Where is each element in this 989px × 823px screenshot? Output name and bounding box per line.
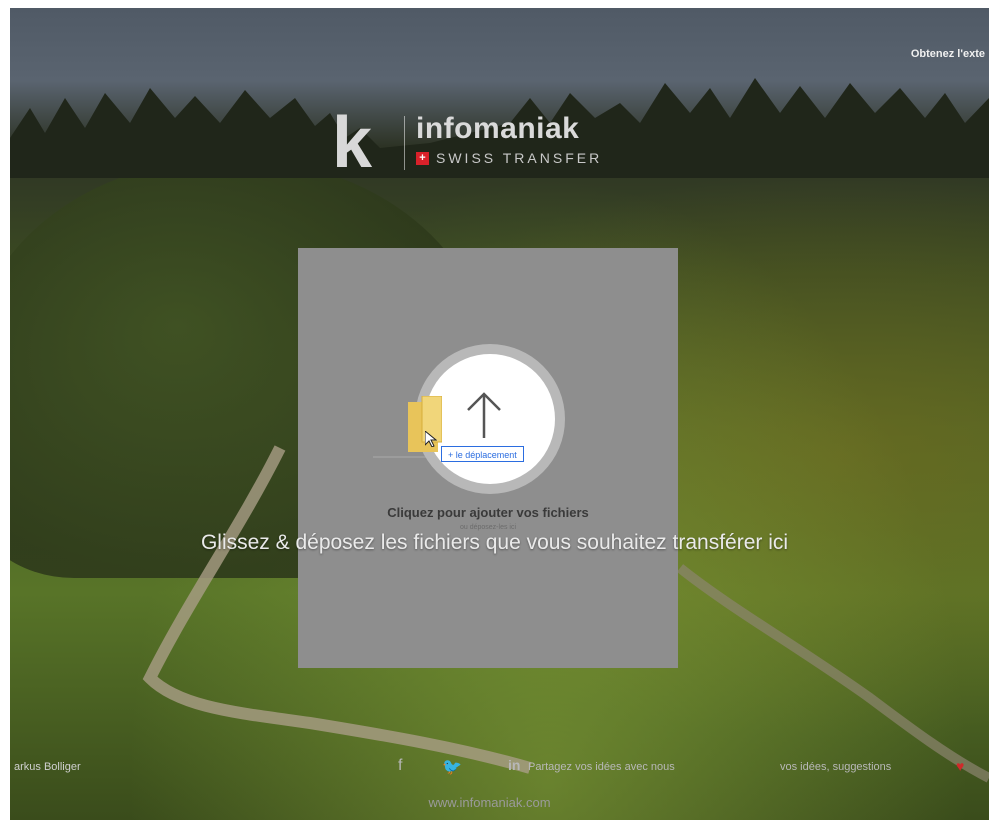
brand-name: infomaniak [416, 112, 580, 145]
linkedin-icon[interactable]: in [508, 757, 520, 773]
photo-credit: arkus Bolliger [14, 761, 81, 773]
swiss-flag-icon: + [416, 152, 429, 165]
background-landscape: Obtenez l'exte k infomaniak + SWISS TRAN… [10, 8, 989, 820]
facebook-icon[interactable]: f [398, 757, 402, 775]
suggestions-link[interactable]: vos idées, suggestions [780, 761, 891, 773]
brand-separator [404, 116, 405, 170]
share-ideas-link[interactable]: Partagez vos idées avec nous [528, 761, 675, 773]
brand-product: SWISS TRANSFER [436, 150, 603, 166]
upload-subtitle: ou déposez-les ici [459, 524, 517, 531]
twitter-icon[interactable]: 🐦 [442, 757, 462, 777]
footer-domain-link[interactable]: www.infomaniak.com [0, 795, 979, 810]
upload-arrow-icon [467, 392, 501, 438]
brand-logo[interactable]: k infomaniak + SWISS TRANSFER [332, 103, 662, 183]
dropzone-hint: Glissez & déposez les fichiers que vous … [200, 531, 789, 554]
upload-panel[interactable]: + le déplacement Cliquez pour ajouter vo… [298, 248, 678, 668]
cursor-icon [425, 431, 437, 447]
brand-letter: k [332, 103, 373, 183]
extension-link[interactable]: Obtenez l'exte [911, 48, 985, 60]
heart-icon: ♥ [956, 758, 965, 774]
drag-copy-badge: + le déplacement [441, 446, 524, 462]
footer-bar: arkus Bolliger f 🐦 in Partagez vos idées… [10, 753, 989, 783]
upload-title[interactable]: Cliquez pour ajouter vos fichiers [298, 505, 678, 520]
